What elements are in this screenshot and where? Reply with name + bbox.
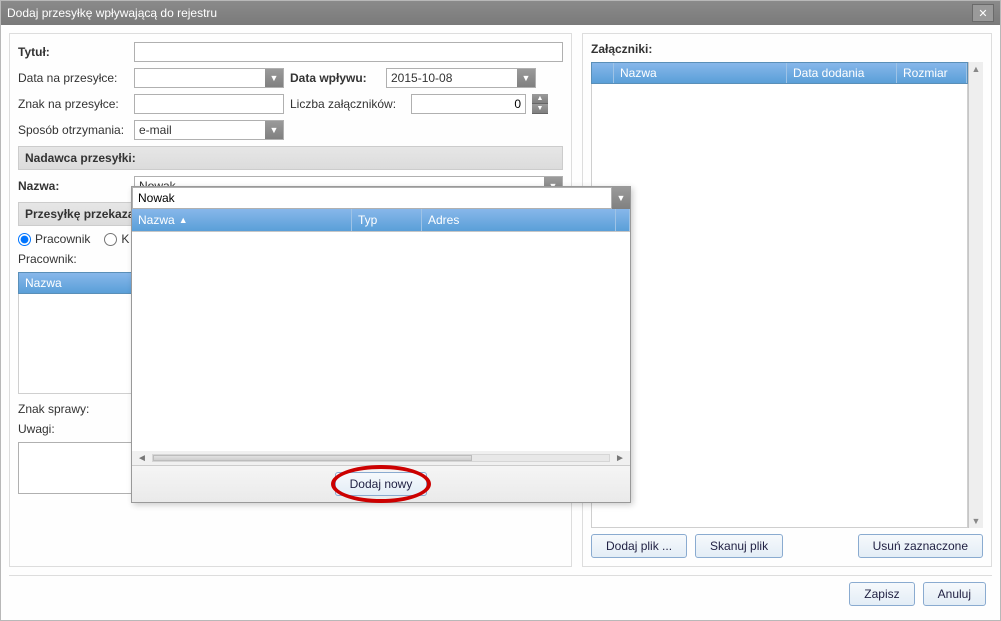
chevron-up-icon[interactable]: ▲ xyxy=(972,64,981,74)
titlebar[interactable]: Dodaj przesyłkę wpływającą do rejestru ✕ xyxy=(1,1,1000,25)
chevron-down-icon[interactable]: ▼ xyxy=(532,104,548,114)
dialog-window: Dodaj przesyłkę wpływającą do rejestru ✕… xyxy=(0,0,1001,621)
date-in-label: Data wpływu: xyxy=(290,71,380,85)
title-label: Tytuł: xyxy=(18,45,128,59)
receive-combo[interactable]: e-mail ▼ xyxy=(134,120,284,140)
date-on-combo[interactable]: ▼ xyxy=(134,68,284,88)
sign-on-input[interactable] xyxy=(134,94,284,114)
bottom-bar: Zapisz Anuluj xyxy=(9,575,992,612)
chevron-down-icon[interactable]: ▼ xyxy=(612,187,630,209)
add-new-button[interactable]: Dodaj nowy xyxy=(335,472,428,496)
radio-k-label: K xyxy=(121,232,129,246)
sign-on-label: Znak na przesyłce: xyxy=(18,97,128,111)
window-title: Dodaj przesyłkę wpływającą do rejestru xyxy=(7,6,217,20)
radio-employee-input[interactable] xyxy=(18,233,31,246)
popup-horizontal-scroll[interactable]: ◄ ► xyxy=(132,451,630,465)
scroll-thumb[interactable] xyxy=(153,455,472,461)
chevron-down-icon[interactable]: ▼ xyxy=(972,516,981,526)
attachments-col-date[interactable]: Data dodania xyxy=(787,63,897,83)
popup-col-address[interactable]: Adres xyxy=(422,209,616,231)
attachments-buttons: Dodaj plik ... Skanuj plik Usuń zaznaczo… xyxy=(591,534,983,558)
radio-k[interactable]: K xyxy=(104,232,129,246)
sender-section-header: Nadawca przesyłki: xyxy=(18,146,563,170)
chevron-down-icon[interactable]: ▼ xyxy=(265,121,283,139)
radio-employee-label: Pracownik xyxy=(35,232,90,246)
matter-sign-label: Znak sprawy: xyxy=(18,402,128,416)
popup-footer: Dodaj nowy xyxy=(132,465,630,502)
chevron-down-icon[interactable]: ▼ xyxy=(517,69,535,87)
popup-grid-body[interactable] xyxy=(132,231,630,451)
chevron-right-icon[interactable]: ► xyxy=(614,452,626,464)
radio-k-input[interactable] xyxy=(104,233,117,246)
date-in-combo[interactable]: 2015-10-08 ▼ xyxy=(386,68,536,88)
attachments-header: Załączniki: xyxy=(591,42,983,56)
date-in-value: 2015-10-08 xyxy=(391,71,452,85)
sender-lookup-popup: ▼ Nazwa ▲ Typ Adres ◄ ► Dodaj nowy xyxy=(131,186,631,503)
popup-grid-header: Nazwa ▲ Typ Adres xyxy=(132,209,630,231)
popup-col-type[interactable]: Typ xyxy=(352,209,422,231)
popup-col-extra[interactable] xyxy=(616,209,630,231)
right-panel: Załączniki: Nazwa Data dodania Rozmiar ▲ xyxy=(582,33,992,567)
sender-search-input[interactable] xyxy=(132,187,612,209)
receive-label: Sposób otrzymania: xyxy=(18,123,128,137)
attachments-col-check[interactable] xyxy=(592,63,614,83)
sender-name-label: Nazwa: xyxy=(18,179,128,193)
att-count-spinner[interactable]: ▲ ▼ xyxy=(532,94,548,114)
att-count-label: Liczba załączników: xyxy=(290,97,405,111)
save-button[interactable]: Zapisz xyxy=(849,582,914,606)
title-input[interactable] xyxy=(134,42,563,62)
chevron-up-icon[interactable]: ▲ xyxy=(532,94,548,104)
chevron-left-icon[interactable]: ◄ xyxy=(136,452,148,464)
remove-selected-button[interactable]: Usuń zaznaczone xyxy=(858,534,983,558)
date-on-label: Data na przesyłce: xyxy=(18,71,128,85)
popup-col-name[interactable]: Nazwa ▲ xyxy=(132,209,352,231)
attachments-col-size[interactable]: Rozmiar xyxy=(897,63,967,83)
scroll-track[interactable] xyxy=(152,454,610,462)
attachments-grid-body[interactable] xyxy=(591,84,968,528)
cancel-button[interactable]: Anuluj xyxy=(923,582,986,606)
scan-file-button[interactable]: Skanuj plik xyxy=(695,534,783,558)
close-icon[interactable]: ✕ xyxy=(972,4,994,22)
attachments-scrollbar[interactable]: ▲ ▼ xyxy=(968,62,983,528)
employee-label: Pracownik: xyxy=(18,252,128,266)
attachments-grid-header: Nazwa Data dodania Rozmiar xyxy=(591,62,968,84)
add-file-button[interactable]: Dodaj plik ... xyxy=(591,534,687,558)
radio-employee[interactable]: Pracownik xyxy=(18,232,90,246)
chevron-down-icon[interactable]: ▼ xyxy=(265,69,283,87)
receive-value: e-mail xyxy=(139,123,172,137)
notes-label: Uwagi: xyxy=(18,422,128,436)
att-count-input[interactable] xyxy=(411,94,526,114)
sort-asc-icon: ▲ xyxy=(179,215,188,225)
attachments-col-name[interactable]: Nazwa xyxy=(614,63,787,83)
